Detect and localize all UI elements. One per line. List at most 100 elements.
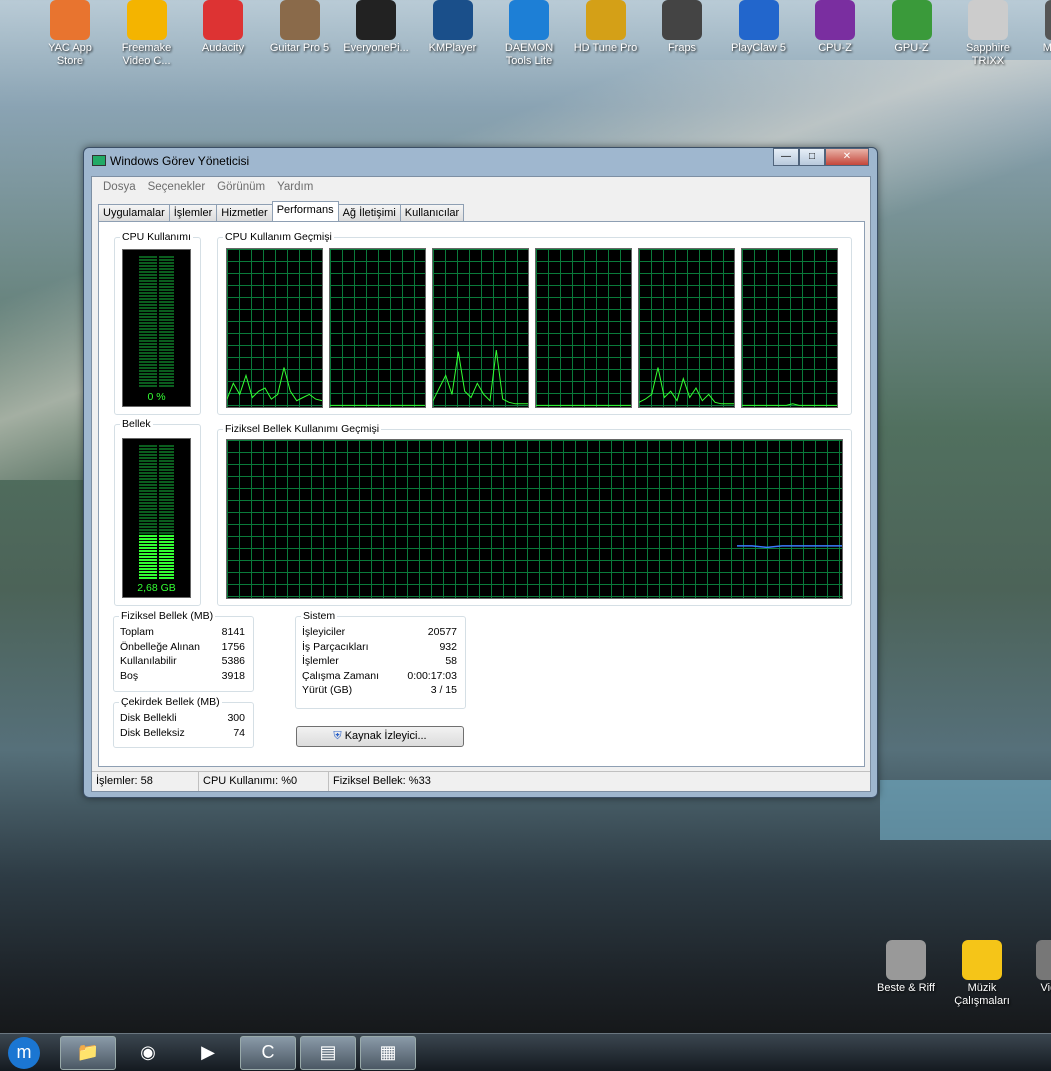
app-icon — [509, 0, 549, 40]
menu-dosya[interactable]: Dosya — [97, 181, 142, 193]
stat-label: Disk Bellekli — [120, 712, 177, 724]
tab-islemler[interactable]: İşlemler — [168, 204, 218, 221]
shortcut-label: KMPlayer — [428, 42, 477, 54]
cpu-core-graph — [432, 248, 529, 408]
stat-value: 0:00:17:03 — [407, 669, 457, 682]
tab-hizmetler[interactable]: Hizmetler — [216, 204, 273, 221]
memory-history-group: Fiziksel Bellek Kullanımı Geçmişi — [217, 423, 852, 606]
system-group: Sistem İşleyiciler 20577 İş Parçacıkları 93… — [295, 610, 466, 709]
resource-monitor-button[interactable]: ⛨ Kaynak İzleyici... — [296, 726, 464, 747]
desktop-shortcut[interactable]: Müzik Çalışmaları — [946, 940, 1018, 1008]
stat-value: 74 — [233, 726, 245, 739]
cpu-usage-line — [638, 367, 734, 405]
shortcut-label: Sapphire TRIXX — [965, 42, 1011, 67]
desktop-shortcut[interactable]: Fraps — [646, 0, 718, 55]
app-icon — [886, 940, 926, 980]
desktop-shortcut[interactable]: PlayClaw 5 — [723, 0, 795, 55]
stat-label: Disk Belleksiz — [120, 726, 185, 739]
app-icon — [815, 0, 855, 40]
stat-row: Toplam 8141 — [120, 625, 245, 640]
app-icon — [203, 0, 243, 40]
desktop-shortcut[interactable]: HD Tune Pro — [570, 0, 642, 55]
taskbar-security-icon[interactable]: C — [240, 1035, 296, 1070]
memory-value: 2,68 GB — [137, 582, 176, 594]
desktop-shortcut[interactable]: CPU-Z — [799, 0, 871, 55]
taskbar-media-player-icon[interactable]: ▶ — [180, 1036, 236, 1070]
stat-value: 20577 — [427, 626, 457, 638]
stat-row: Disk Belleksiz 74 — [120, 726, 245, 741]
desktop-shortcut[interactable]: Sapphire TRIXX — [952, 0, 1024, 68]
app-icon — [1044, 0, 1051, 40]
menu-secenekler[interactable]: Seçenekler — [142, 181, 212, 193]
close-button[interactable]: ✕ — [825, 148, 869, 166]
shortcut-label: PlayClaw 5 — [730, 42, 787, 54]
task-manager-icon — [92, 155, 106, 166]
desktop-shortcut[interactable]: EveryonePi... — [340, 0, 412, 55]
desktop-shortcut[interactable]: Freemake Video C... — [111, 0, 183, 68]
kernel-memory-group: Çekirdek Bellek (MB) Disk Bellekli 300 Dis… — [113, 696, 254, 748]
desktop-shortcut[interactable]: Msi Co... — [1029, 0, 1051, 55]
desktop-shortcut[interactable]: KMPlayer — [417, 0, 489, 55]
taskbar-task-manager-icon[interactable]: ▦ — [360, 1035, 416, 1070]
taskbar-explorer-icon[interactable]: 📁 — [60, 1035, 116, 1070]
cpu-history-label: CPU Kullanım Geçmişi — [223, 231, 334, 243]
minimize-button[interactable]: — — [773, 148, 799, 166]
shortcut-label: Müzik Çalışmaları — [954, 982, 1010, 1007]
shortcut-label: Fraps — [667, 42, 697, 54]
stat-value: 5386 — [221, 655, 245, 667]
memory-history-graph — [226, 439, 843, 599]
desktop-shortcut[interactable]: Guitar Pro 5 — [264, 0, 336, 55]
stat-row: İş Parçacıkları 932 — [302, 640, 457, 655]
menu-yardim[interactable]: Yardım — [271, 181, 319, 193]
memory-group: Bellek 2,68 GB — [114, 418, 201, 606]
app-icon — [585, 0, 626, 40]
tab-ag-iletisimi[interactable]: Ağ İletişimi — [337, 204, 401, 221]
stat-label: Toplam — [120, 626, 154, 638]
app-icon — [432, 0, 473, 40]
memory-history-label: Fiziksel Bellek Kullanımı Geçmişi — [223, 423, 382, 435]
app-icon — [968, 0, 1008, 40]
app-icon — [356, 0, 396, 40]
desktop-shortcut[interactable]: Audacity — [187, 0, 259, 55]
desktop-shortcut[interactable]: Beste & Riff — [870, 940, 942, 995]
system-label: Sistem — [301, 610, 338, 622]
cpu-usage-value: 0 % — [147, 391, 166, 403]
shortcut-label: Msi Co... — [1042, 42, 1051, 54]
taskbar-winrar-icon[interactable]: ▤ — [300, 1035, 356, 1070]
menu-bar: Dosya Seçenekler Görünüm Yardım — [92, 177, 870, 197]
start-button[interactable]: m — [8, 1036, 40, 1069]
desktop-shortcut[interactable]: YAC App Store — [34, 0, 106, 68]
stat-label: Önbelleğe Alınan — [120, 640, 200, 653]
status-bar: İşlemler: 58 CPU Kullanımı: %0 Fiziksel … — [92, 771, 870, 791]
cpu-history-group: CPU Kullanım Geçmişi — [217, 231, 852, 415]
app-icon — [962, 940, 1002, 980]
shortcut-label: DAEMON Tools Lite — [504, 42, 554, 67]
stat-value: 300 — [227, 712, 245, 724]
tab-kullanicilar[interactable]: Kullanıcılar — [399, 204, 465, 221]
shortcut-label: Beste & Riff — [877, 982, 935, 994]
shortcut-label: Audacity — [201, 42, 245, 54]
task-manager-window: Windows Görev Yöneticisi — □ ✕ Dosya Seç… — [83, 147, 878, 798]
memory-label: Bellek — [120, 418, 153, 430]
stat-row: Önbelleğe Alınan 1756 — [120, 640, 245, 655]
maximize-button[interactable]: □ — [799, 148, 825, 166]
stat-row: Çalışma Zamanı 0:00:17:03 — [302, 669, 457, 684]
shortcut-label: YAC App Store — [48, 42, 92, 67]
status-memory: Fiziksel Bellek: %33 — [333, 775, 431, 787]
tab-bar: Uygulamalar İşlemler Hizmetler Performan… — [98, 201, 465, 221]
tab-uygulamalar[interactable]: Uygulamalar — [98, 204, 170, 221]
desktop-shortcut[interactable]: DAEMON Tools Lite — [493, 0, 565, 68]
stat-value: 3 / 15 — [430, 684, 457, 696]
tab-performans[interactable]: Performans — [271, 201, 339, 221]
menu-gorunum[interactable]: Görünüm — [211, 181, 271, 193]
stat-row: Kullanılabilir 5386 — [120, 654, 245, 669]
desktop-shortcut[interactable]: GPU-Z — [876, 0, 948, 55]
shortcut-label: Vide... — [1040, 982, 1051, 994]
uac-shield-icon: ⛨ — [333, 730, 342, 742]
cpu-core-graph — [329, 248, 426, 408]
cpu-usage-line — [226, 367, 323, 402]
memory-usage-line — [737, 545, 842, 549]
taskbar-audacity-icon[interactable]: ◉ — [120, 1036, 176, 1070]
desktop-shortcut[interactable]: Vide... — [1020, 940, 1051, 995]
wallpaper-lake — [880, 780, 1051, 840]
